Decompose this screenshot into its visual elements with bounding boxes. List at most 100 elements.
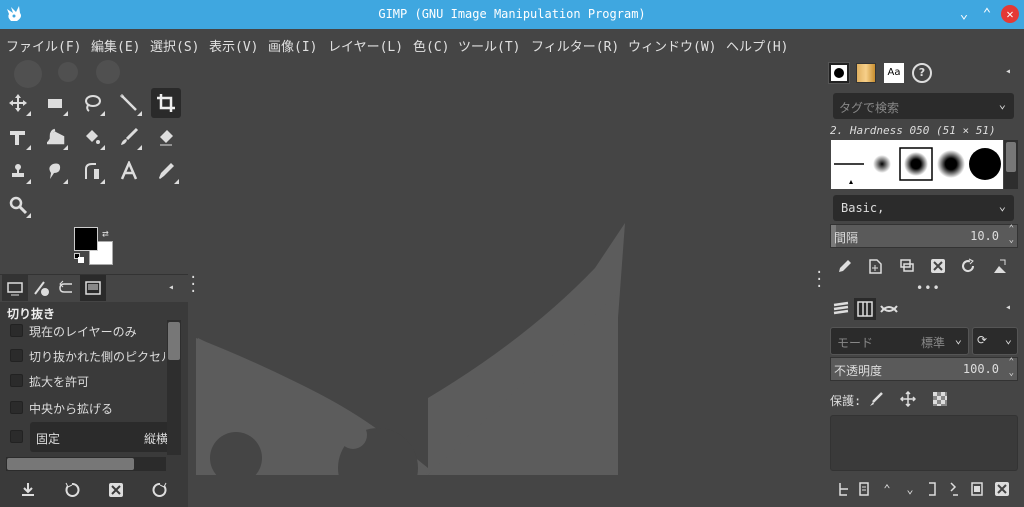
new-icon [869, 259, 882, 274]
delete-options-button[interactable] [104, 478, 128, 502]
layers-icon [833, 301, 849, 315]
tab-fonts[interactable]: Aa [884, 63, 904, 83]
dock-resize-handle[interactable]: · · · [189, 271, 197, 299]
menu-image[interactable]: 画像(I) [268, 36, 317, 55]
opacity-slider[interactable]: 不透明度 100.0 ⌃ ⌄ [830, 357, 1018, 381]
duplicate-layer-button[interactable] [922, 479, 942, 499]
close-button[interactable]: ✕ [1001, 5, 1019, 23]
brush-preset-value: Basic, [841, 201, 885, 215]
minimize-button[interactable]: ⌄ [955, 5, 973, 23]
edit-brush-button[interactable] [835, 256, 855, 276]
delete-cropped-pixels-label: 切り抜かれた側のピクセルの [29, 350, 165, 364]
menu-file[interactable]: ファイル(F) [6, 36, 81, 55]
current-layer-only-checkbox[interactable] [10, 324, 23, 337]
spacing-slider[interactable]: 間隔 10.0 ⌃ ⌄ [830, 224, 1018, 248]
save-options-button[interactable] [16, 478, 40, 502]
swap-colors-icon[interactable]: ⇄ [102, 227, 109, 240]
rect-select-tool[interactable] [40, 88, 70, 118]
menu-layer[interactable]: レイヤー(L) [328, 36, 403, 55]
right-dock-resize-handle[interactable]: · · · [815, 266, 823, 294]
smudge-tool[interactable] [40, 156, 70, 186]
raise-layer-button[interactable]: ⌃ [877, 479, 897, 499]
tab-paths[interactable] [878, 298, 900, 320]
brush-grid[interactable] [831, 140, 1003, 189]
tab-layers[interactable] [830, 298, 852, 320]
paintbrush-tool[interactable] [114, 122, 144, 152]
warp-tool[interactable] [40, 122, 70, 152]
lock-alpha-button[interactable] [930, 389, 950, 409]
color-picker-tool[interactable] [151, 156, 181, 186]
delete-layer-button[interactable] [992, 479, 1012, 499]
zoom-tool[interactable] [3, 190, 33, 220]
spacing-stepper[interactable]: ⌃ ⌄ [1009, 224, 1014, 246]
tab-images[interactable] [80, 275, 106, 301]
refresh-brushes-button[interactable] [958, 256, 978, 276]
menu-view[interactable]: 表示(V) [209, 36, 258, 55]
brush-grid-scrollbar[interactable] [1004, 140, 1018, 189]
lasso-tool[interactable] [77, 88, 107, 118]
reset-options-button[interactable] [148, 478, 172, 502]
options-scrollbar[interactable] [167, 320, 181, 455]
menu-edit[interactable]: 編集(E) [91, 36, 140, 55]
tab-brushes[interactable] [828, 62, 850, 84]
fixed-checkbox[interactable] [10, 430, 23, 443]
layer-mode-dropdown[interactable]: モード 標準 ⌄ [830, 327, 969, 355]
clone-tool[interactable] [3, 156, 33, 186]
new-layer-button[interactable] [854, 479, 874, 499]
menu-filters[interactable]: フィルター(R) [531, 36, 619, 55]
new-brush-button[interactable] [865, 256, 885, 276]
lower-layer-button[interactable]: ⌄ [900, 479, 920, 499]
tab-undo-history[interactable] [54, 275, 80, 301]
tab-patterns[interactable] [856, 63, 876, 83]
menu-colors[interactable]: 色(C) [413, 36, 449, 55]
menu-windows[interactable]: ウィンドウ(W) [628, 36, 716, 55]
layers-list[interactable] [830, 415, 1018, 471]
new-layer-group-button[interactable] [834, 479, 854, 499]
menu-help[interactable]: ヘルプ(H) [726, 36, 788, 55]
anchor-layer-button[interactable] [944, 479, 964, 499]
dock-separator-handle[interactable]: ••• [916, 281, 941, 295]
menu-select[interactable]: 選択(S) [150, 36, 199, 55]
eraser-tool[interactable] [151, 122, 181, 152]
crop-tool[interactable] [151, 88, 181, 118]
tab-channels[interactable] [854, 298, 876, 320]
allow-growing-checkbox[interactable] [10, 374, 23, 387]
lock-position-button[interactable] [898, 389, 918, 409]
move-tool[interactable] [3, 88, 33, 118]
reset-icon [152, 482, 167, 497]
brushes-dock-menu-icon[interactable]: ◂ [1005, 66, 1011, 77]
foreground-color-swatch[interactable] [74, 227, 98, 251]
brush-preset-dropdown[interactable]: Basic, ⌄ [833, 195, 1014, 221]
dock-menu-icon[interactable]: ◂ [168, 282, 174, 293]
lock-pixels-button[interactable] [866, 389, 886, 409]
layer-mask-button[interactable] [967, 479, 987, 499]
menu-tools[interactable]: ツール(T) [458, 36, 520, 55]
layers-dock-menu-icon[interactable]: ◂ [1005, 302, 1011, 313]
tab-tool-options[interactable] [2, 275, 28, 301]
tab-help[interactable]: ? [912, 63, 932, 83]
composite-mode-dropdown[interactable]: ⟳ ⌄ [972, 327, 1018, 355]
window-title: GIMP (GNU Image Manipulation Program) [378, 7, 646, 21]
image-canvas[interactable] [188, 58, 818, 507]
bucket-fill-tool[interactable] [77, 122, 107, 152]
transform-tool[interactable] [3, 122, 33, 152]
opacity-stepper[interactable]: ⌃ ⌄ [1009, 357, 1014, 379]
options-hscrollbar[interactable] [6, 457, 166, 471]
delete-brush-button[interactable] [928, 256, 948, 276]
delete-cropped-pixels-checkbox[interactable] [10, 349, 23, 362]
tab-device-status[interactable] [28, 275, 54, 301]
paths-tool[interactable] [77, 156, 107, 186]
expand-from-center-checkbox[interactable] [10, 401, 23, 414]
tag-search-dropdown[interactable]: タグで検索 ⌄ [833, 93, 1014, 119]
fuzzy-select-tool[interactable] [114, 88, 144, 118]
crop-icon [157, 94, 175, 112]
maximize-button[interactable]: ⌃ [978, 5, 996, 23]
restore-options-button[interactable] [60, 478, 84, 502]
text-icon [120, 161, 138, 180]
default-colors-icon[interactable] [74, 253, 84, 263]
open-brush-as-image-button[interactable] [990, 256, 1010, 276]
fixed-mode-dropdown[interactable]: 固定 縦横 [30, 422, 170, 452]
text-tool[interactable] [114, 156, 144, 186]
duplicate-brush-button[interactable] [897, 256, 917, 276]
magnifier-icon [9, 196, 28, 215]
